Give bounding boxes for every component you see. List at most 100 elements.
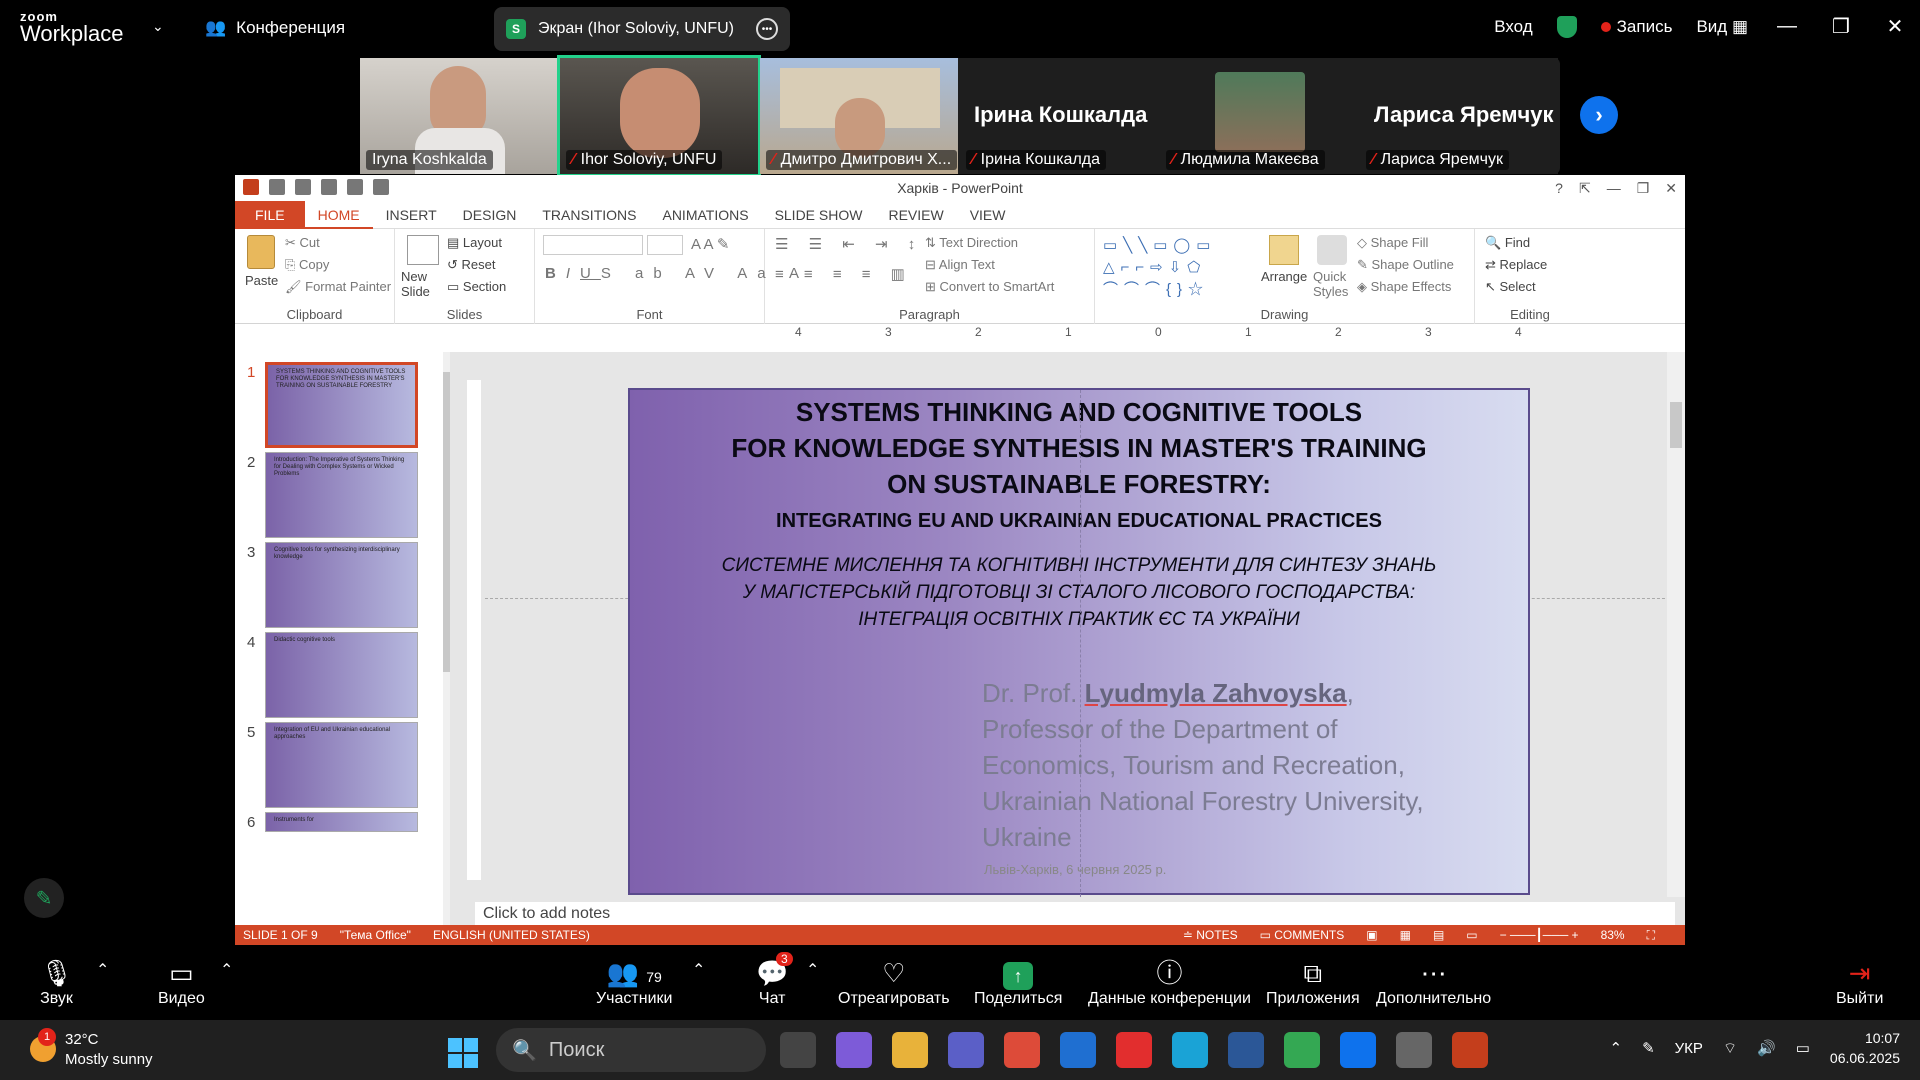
format-painter-button[interactable]: 🖌 Format Painter bbox=[285, 279, 391, 295]
slideshow-view-icon[interactable]: ▭ bbox=[1466, 928, 1477, 943]
copy-button[interactable]: ⎘ Copy bbox=[285, 257, 329, 273]
comments-button[interactable]: ▭ COMMENTS bbox=[1260, 928, 1345, 943]
tab-transitions[interactable]: TRANSITIONS bbox=[529, 201, 649, 229]
new-slide-button[interactable]: New Slide bbox=[401, 269, 445, 299]
shape-effects-button[interactable]: ◈ Shape Effects bbox=[1357, 279, 1451, 295]
ppt-minimize-button[interactable]: — bbox=[1607, 175, 1621, 201]
slide-thumbnail[interactable]: SYSTEMS THINKING AND COGNITIVE TOOLS FOR… bbox=[265, 362, 418, 448]
volume-icon[interactable]: 🔊 bbox=[1757, 1039, 1776, 1057]
help-icon[interactable]: ? bbox=[1555, 175, 1563, 201]
close-button[interactable]: ✕ bbox=[1880, 14, 1910, 39]
slide-thumbnail[interactable]: Cognitive tools for synthesizing interdi… bbox=[265, 542, 418, 628]
chat-chevron-icon[interactable]: ⌃ bbox=[806, 960, 819, 980]
select-button[interactable]: ↖ Select bbox=[1485, 279, 1536, 295]
font-grow-shrink-icons[interactable]: A A ✎ bbox=[691, 235, 729, 253]
signin-button[interactable]: Вход bbox=[1494, 17, 1532, 37]
arrange-icon[interactable] bbox=[1269, 235, 1299, 265]
shape-outline-button[interactable]: ✎ Shape Outline bbox=[1357, 257, 1454, 273]
store-icon[interactable] bbox=[1060, 1032, 1096, 1068]
shape-fill-button[interactable]: ◇ Shape Fill bbox=[1357, 235, 1428, 251]
chrome-icon[interactable] bbox=[1004, 1032, 1040, 1068]
replace-button[interactable]: ⇄ Replace bbox=[1485, 257, 1547, 273]
screen-share-indicator[interactable]: S Экран (Ihor Soloviy, UNFU) ••• bbox=[494, 7, 790, 51]
tab-view[interactable]: VIEW bbox=[957, 201, 1019, 229]
tray-overflow-chevron-icon[interactable]: ⌃ bbox=[1610, 1039, 1623, 1057]
font-name-select[interactable] bbox=[543, 235, 643, 255]
ppt-close-button[interactable]: ✕ bbox=[1665, 175, 1677, 201]
text-direction-button[interactable]: ⇅ Text Direction bbox=[925, 235, 1018, 251]
video-tile-1[interactable]: Iryna Koshkalda bbox=[360, 58, 558, 174]
conference-menu[interactable]: 👥 Конференция bbox=[205, 18, 345, 38]
thumbnail-scrollbar[interactable] bbox=[443, 352, 450, 925]
view-button[interactable]: Вид ▦ bbox=[1696, 17, 1748, 37]
restore-button[interactable]: ❐ bbox=[1826, 14, 1856, 39]
convert-smartart-button[interactable]: ⊞ Convert to SmartArt bbox=[925, 279, 1054, 295]
participants-chevron-icon[interactable]: ⌃ bbox=[692, 960, 705, 980]
reset-button[interactable]: ↺ Reset bbox=[447, 257, 495, 273]
yandex-icon[interactable] bbox=[1116, 1032, 1152, 1068]
tab-home[interactable]: HOME bbox=[304, 201, 373, 229]
chrome-profile-icon[interactable] bbox=[1284, 1032, 1320, 1068]
teams-icon[interactable] bbox=[948, 1032, 984, 1068]
video-tile-5[interactable]: ⁄ Людмила Макеєва bbox=[1160, 58, 1358, 174]
security-shield-icon[interactable] bbox=[1556, 15, 1577, 38]
windows-start-icon[interactable] bbox=[448, 1038, 478, 1068]
video-options-chevron-icon[interactable]: ⌃ bbox=[220, 960, 233, 980]
normal-view-icon[interactable]: ▣ bbox=[1366, 928, 1377, 943]
scrollbar-thumb[interactable] bbox=[443, 372, 450, 672]
taskbar-search[interactable]: 🔍 Поиск bbox=[496, 1028, 766, 1072]
tab-animations[interactable]: ANIMATIONS bbox=[649, 201, 761, 229]
slide-thumbnail[interactable]: Instruments for bbox=[265, 812, 418, 832]
ribbon-display-icon[interactable]: ⇱ bbox=[1579, 175, 1591, 201]
audio-button[interactable]: 🎙 Звук bbox=[40, 956, 73, 1008]
align-text-button[interactable]: ⊟ Align Text bbox=[925, 257, 995, 273]
font-size-select[interactable] bbox=[647, 235, 683, 255]
video-tile-4[interactable]: Ірина Кошкалда ⁄ Ірина Кошкалда bbox=[960, 58, 1158, 174]
react-button[interactable]: ♡ Отреагировать bbox=[838, 956, 950, 1008]
slide-sorter-icon[interactable]: ▦ bbox=[1400, 928, 1411, 943]
video-tile-3[interactable]: ⁄ Дмитро Дмитрович Х... bbox=[760, 58, 958, 174]
zoom-level[interactable]: 83% bbox=[1601, 928, 1625, 943]
zoom-app-icon[interactable] bbox=[1340, 1032, 1376, 1068]
list-indent-icons[interactable]: ☰ ☰ ⇤ ⇥ ↕ bbox=[775, 235, 923, 253]
cut-button[interactable]: ✂ Cut bbox=[285, 235, 320, 251]
chat-button[interactable]: 💬 3 Чат bbox=[756, 952, 793, 1008]
new-slide-icon[interactable] bbox=[407, 235, 439, 265]
tab-review[interactable]: REVIEW bbox=[875, 201, 956, 229]
arrange-button[interactable]: Arrange bbox=[1261, 269, 1307, 284]
redo-icon[interactable] bbox=[321, 179, 337, 195]
save-icon[interactable] bbox=[269, 179, 285, 195]
quick-styles-button[interactable]: Quick Styles bbox=[1313, 269, 1353, 299]
language-indicator[interactable]: ENGLISH (UNITED STATES) bbox=[433, 928, 590, 942]
leave-button[interactable]: ⇥ Выйти bbox=[1836, 956, 1883, 1008]
minimize-button[interactable]: — bbox=[1772, 15, 1802, 38]
clock[interactable]: 10:07 06.06.2025 bbox=[1830, 1028, 1900, 1068]
tab-file[interactable]: FILE bbox=[235, 200, 305, 229]
video-button[interactable]: ▭ Видео bbox=[158, 956, 205, 1008]
more-options-icon[interactable]: ••• bbox=[756, 18, 778, 40]
pen-input-icon[interactable]: ✎ bbox=[1642, 1039, 1655, 1057]
audio-options-chevron-icon[interactable]: ⌃ bbox=[96, 960, 109, 980]
section-button[interactable]: ▭ Section bbox=[447, 279, 506, 295]
participants-button[interactable]: 👥 79 Участники bbox=[596, 956, 672, 1008]
next-page-arrow-icon[interactable]: › bbox=[1580, 96, 1618, 134]
notes-button[interactable]: ≐ NOTES bbox=[1183, 928, 1238, 943]
slide-ukrainian-title[interactable]: СИСТЕМНЕ МИСЛЕННЯ ТА КОГНІТИВНІ ІНСТРУМЕ… bbox=[630, 552, 1528, 633]
battery-icon[interactable]: ▭ bbox=[1796, 1039, 1810, 1057]
annotate-pen-icon[interactable]: ✎ bbox=[24, 878, 64, 918]
slide-scrollbar[interactable] bbox=[1667, 352, 1685, 897]
slide-thumbnail[interactable]: Didactic cognitive tools bbox=[265, 632, 418, 718]
settings-icon[interactable] bbox=[1396, 1032, 1432, 1068]
slide-canvas[interactable]: SYSTEMS THINKING AND COGNITIVE TOOLS FOR… bbox=[628, 388, 1530, 897]
copilot-icon[interactable] bbox=[836, 1032, 872, 1068]
author-block[interactable]: Dr. Prof. Lyudmyla Zahvoyska, Professor … bbox=[982, 675, 1424, 855]
notes-pane[interactable]: Click to add notes bbox=[475, 902, 1675, 925]
file-explorer-icon[interactable] bbox=[892, 1032, 928, 1068]
powerpoint-app-icon[interactable] bbox=[1452, 1032, 1488, 1068]
more-button[interactable]: ⋯ Дополнительно bbox=[1376, 956, 1491, 1008]
word-icon[interactable] bbox=[1228, 1032, 1264, 1068]
undo-icon[interactable] bbox=[295, 179, 311, 195]
layout-button[interactable]: ▤ Layout bbox=[447, 235, 502, 251]
tab-insert[interactable]: INSERT bbox=[373, 201, 450, 229]
touch-mode-icon[interactable] bbox=[373, 179, 389, 195]
